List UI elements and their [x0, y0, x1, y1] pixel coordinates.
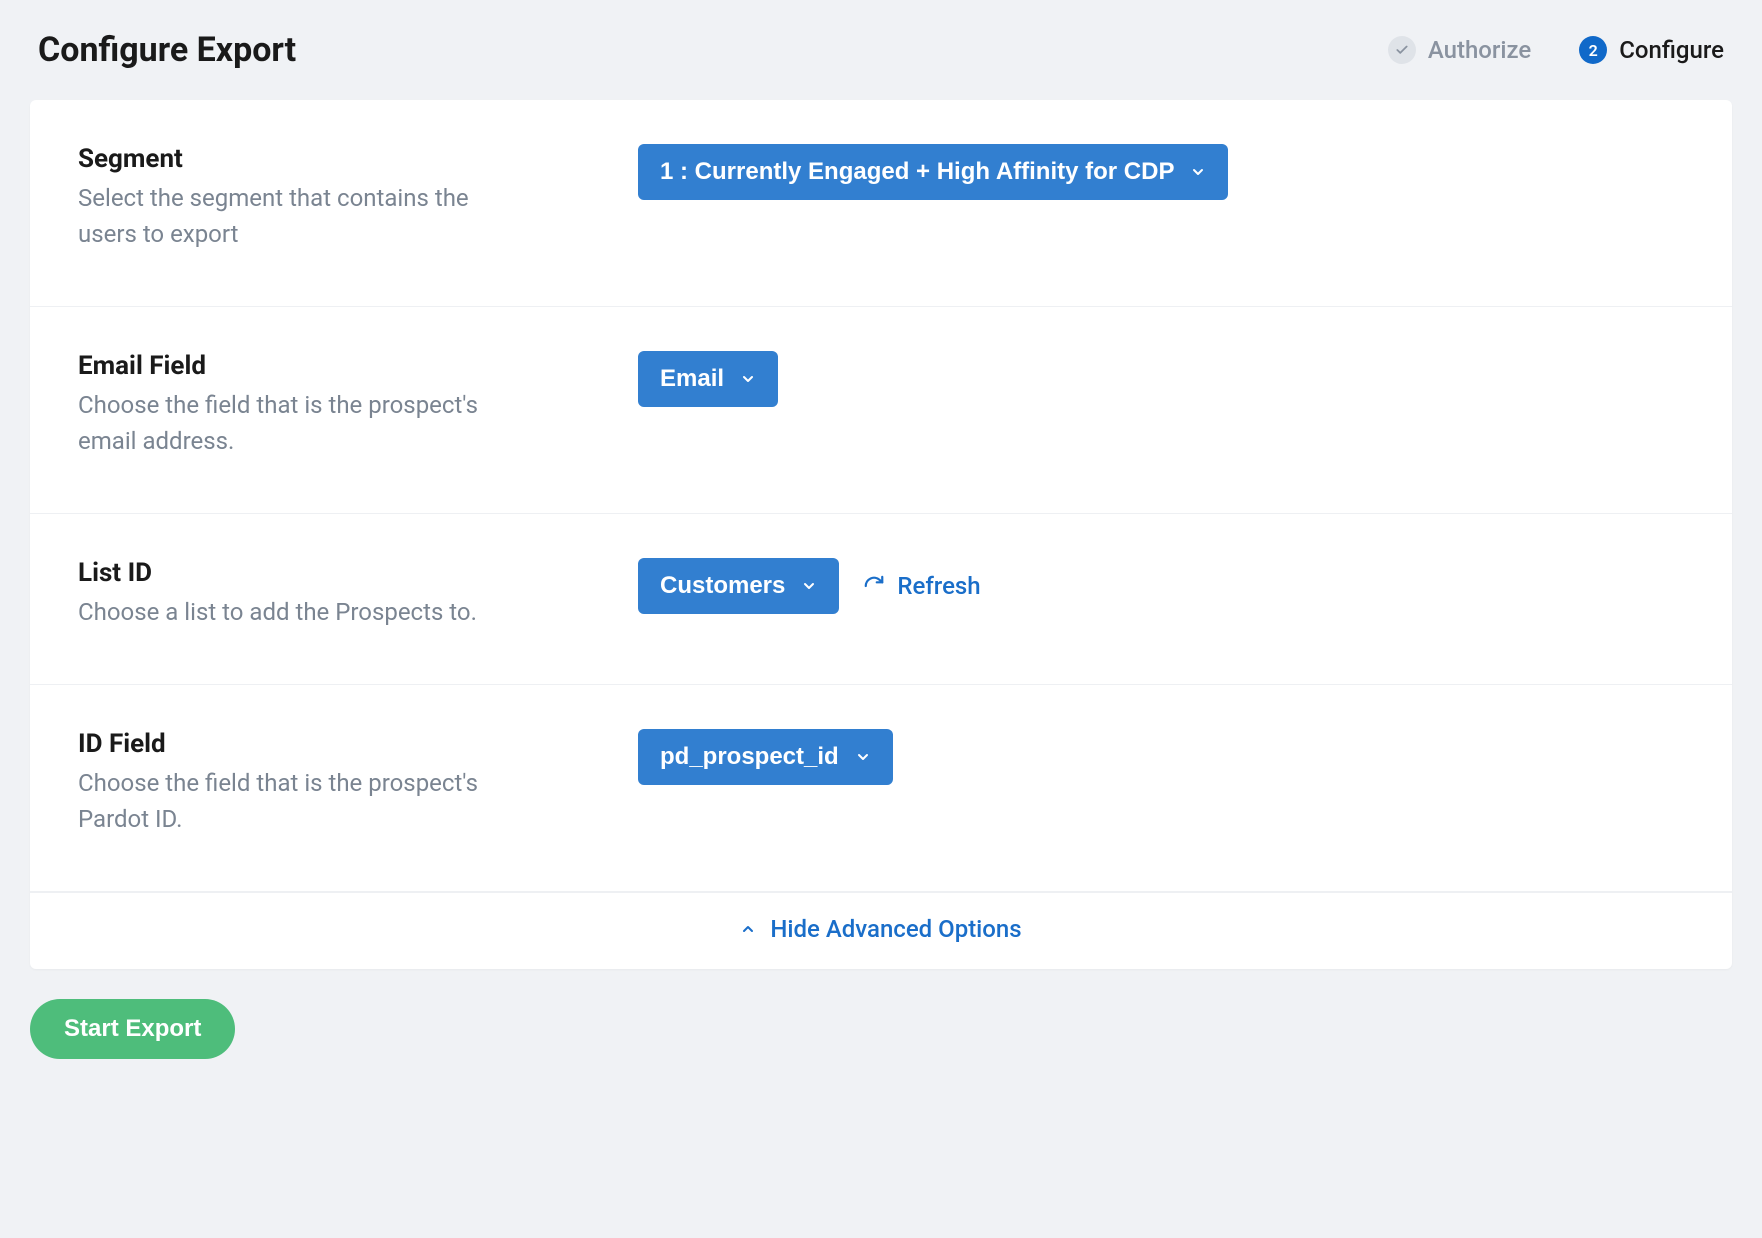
step-label-configure: Configure — [1619, 36, 1724, 64]
id-field-title: ID Field — [78, 729, 598, 759]
segment-select[interactable]: 1 : Currently Engaged + High Affinity fo… — [638, 144, 1228, 200]
page-header: Configure Export Authorize 2 Configure — [30, 30, 1732, 70]
refresh-button[interactable]: Refresh — [863, 572, 980, 600]
row-list-id: List ID Choose a list to add the Prospec… — [30, 514, 1732, 685]
chevron-down-icon — [801, 578, 817, 594]
list-id-title: List ID — [78, 558, 598, 588]
row-email-field: Email Field Choose the field that is the… — [30, 307, 1732, 514]
email-field-select[interactable]: Email — [638, 351, 778, 407]
chevron-down-icon — [740, 371, 756, 387]
step-configure[interactable]: 2 Configure — [1579, 36, 1724, 64]
page-title: Configure Export — [38, 30, 296, 70]
list-id-select-value: Customers — [660, 572, 785, 600]
refresh-icon — [863, 575, 885, 597]
segment-select-value: 1 : Currently Engaged + High Affinity fo… — [660, 158, 1174, 186]
list-id-desc: Choose a list to add the Prospects to. — [78, 594, 518, 630]
step-authorize[interactable]: Authorize — [1388, 36, 1531, 64]
chevron-up-icon — [740, 921, 756, 937]
row-id-field: ID Field Choose the field that is the pr… — [30, 685, 1732, 892]
check-icon — [1388, 36, 1416, 64]
advanced-toggle[interactable]: Hide Advanced Options — [740, 915, 1021, 943]
wizard-steps: Authorize 2 Configure — [1388, 36, 1724, 64]
id-field-desc: Choose the field that is the prospect's … — [78, 765, 518, 837]
email-field-desc: Choose the field that is the prospect's … — [78, 387, 518, 459]
chevron-down-icon — [1190, 164, 1206, 180]
id-field-select-value: pd_prospect_id — [660, 743, 839, 771]
advanced-toggle-label: Hide Advanced Options — [770, 915, 1021, 943]
refresh-label: Refresh — [897, 572, 980, 600]
step-number-badge: 2 — [1579, 36, 1607, 64]
list-id-select[interactable]: Customers — [638, 558, 839, 614]
step-label-authorize: Authorize — [1428, 36, 1531, 64]
email-field-title: Email Field — [78, 351, 598, 381]
email-field-select-value: Email — [660, 365, 724, 393]
segment-desc: Select the segment that contains the use… — [78, 180, 518, 252]
start-export-button[interactable]: Start Export — [30, 999, 235, 1059]
row-segment: Segment Select the segment that contains… — [30, 100, 1732, 307]
id-field-select[interactable]: pd_prospect_id — [638, 729, 893, 785]
segment-title: Segment — [78, 144, 598, 174]
chevron-down-icon — [855, 749, 871, 765]
advanced-toggle-row: Hide Advanced Options — [30, 892, 1732, 969]
configure-panel: Segment Select the segment that contains… — [30, 100, 1732, 969]
